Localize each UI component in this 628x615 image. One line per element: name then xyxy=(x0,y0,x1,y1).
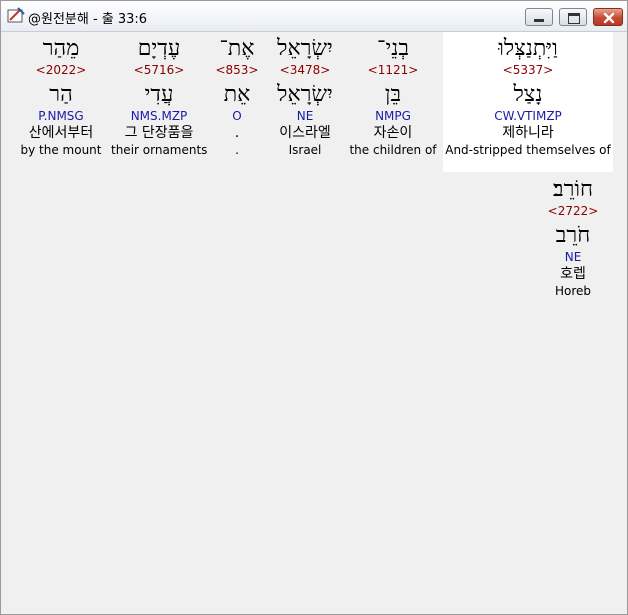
korean-gloss: 그 단장품을 xyxy=(124,125,194,141)
korean-gloss: . xyxy=(234,125,240,141)
lemma-word: חֹרֵב xyxy=(555,223,591,248)
hebrew-word: חוֹרֵב׃ xyxy=(552,177,594,202)
maximize-icon xyxy=(568,13,580,24)
lemma-word: בֵּן xyxy=(384,82,402,107)
hebrew-word: וַיִּתְנַצְּלוּ xyxy=(498,36,558,61)
korean-gloss: 제하니라 xyxy=(502,125,554,141)
morphology-code: P.NMSG xyxy=(38,109,84,123)
lemma-word: נָצַל xyxy=(513,82,543,107)
maximize-button[interactable] xyxy=(559,8,587,26)
close-icon xyxy=(603,12,615,24)
strong-number[interactable]: <5337> xyxy=(443,62,613,78)
word-column[interactable]: עֶדְיָם <5716> עֲדִי NMS.MZP 그 단장품을 thei… xyxy=(111,32,207,158)
lemma-word: אֵת xyxy=(223,82,251,107)
english-gloss: by the mount xyxy=(20,143,102,157)
english-gloss: the children of xyxy=(349,143,437,157)
morphology-code: NE xyxy=(296,109,314,123)
english-gloss: Israel xyxy=(288,143,322,157)
app-icon xyxy=(7,7,25,23)
hebrew-word: יִשְׂרָאֵל xyxy=(277,36,333,61)
morphology-code: CW.VTIMZP xyxy=(494,109,562,123)
minimize-button[interactable] xyxy=(525,8,553,26)
morphology-code: NMS.MZP xyxy=(130,109,188,123)
hebrew-word: בְנֵי־ xyxy=(377,36,409,61)
strong-number[interactable]: <853> xyxy=(213,62,261,78)
lemma-word: יִשְׂרָאֵל xyxy=(277,82,333,107)
morphology-code: NE xyxy=(564,250,582,264)
english-gloss: their ornaments xyxy=(111,143,208,157)
interlinear-window: @원전분해 - 출 33:6 וַיִּתְנַצְּלוּ <5337> נָ… xyxy=(0,0,628,615)
lemma-word: הַר xyxy=(49,82,73,107)
morphology-code: O xyxy=(232,109,242,123)
strong-number[interactable]: <2022> xyxy=(17,62,105,78)
hebrew-word: עֶדְיָם xyxy=(137,36,181,61)
strong-number[interactable]: <5716> xyxy=(111,62,207,78)
close-button[interactable] xyxy=(593,8,623,26)
word-column[interactable]: מֵהַר <2022> הַר P.NMSG 산에서부터 by the mou… xyxy=(17,32,105,158)
hebrew-word: מֵהַר xyxy=(42,36,80,61)
english-gloss: And-stripped themselves of xyxy=(445,143,611,157)
english-gloss: . xyxy=(235,143,239,157)
word-column[interactable]: וַיִּתְנַצְּלוּ <5337> נָצַל CW.VTIMZP 제… xyxy=(443,32,613,158)
strong-number[interactable]: <2722> xyxy=(533,203,613,219)
hebrew-word: אֶת־ xyxy=(219,36,255,61)
korean-gloss: 호렙 xyxy=(560,266,586,282)
interlinear-content: וַיִּתְנַצְּלוּ <5337> נָצַל CW.VTIMZP 제… xyxy=(9,32,621,610)
strong-number[interactable]: <3478> xyxy=(267,62,343,78)
lemma-word: עֲדִי xyxy=(144,82,174,107)
korean-gloss: 산에서부터 xyxy=(28,125,94,141)
word-column[interactable]: יִשְׂרָאֵל <3478> יִשְׂרָאֵל NE 이스라엘 Isr… xyxy=(267,32,343,158)
word-column[interactable]: בְנֵי־ <1121> בֵּן NMPG 자손이 the children… xyxy=(349,32,437,158)
korean-gloss: 이스라엘 xyxy=(279,125,331,141)
minimize-icon xyxy=(534,19,544,22)
morphology-code: NMPG xyxy=(375,109,411,123)
english-gloss: Horeb xyxy=(554,284,592,298)
word-column[interactable]: אֶת־ <853> אֵת O . . xyxy=(213,32,261,158)
strong-number[interactable]: <1121> xyxy=(349,62,437,78)
window-title: @원전분해 - 출 33:6 xyxy=(28,12,148,27)
korean-gloss: 자손이 xyxy=(373,125,413,141)
title-bar[interactable]: @원전분해 - 출 33:6 xyxy=(1,1,627,32)
word-column[interactable]: חוֹרֵב׃ <2722> חֹרֵב NE 호렙 Horeb xyxy=(533,173,613,299)
